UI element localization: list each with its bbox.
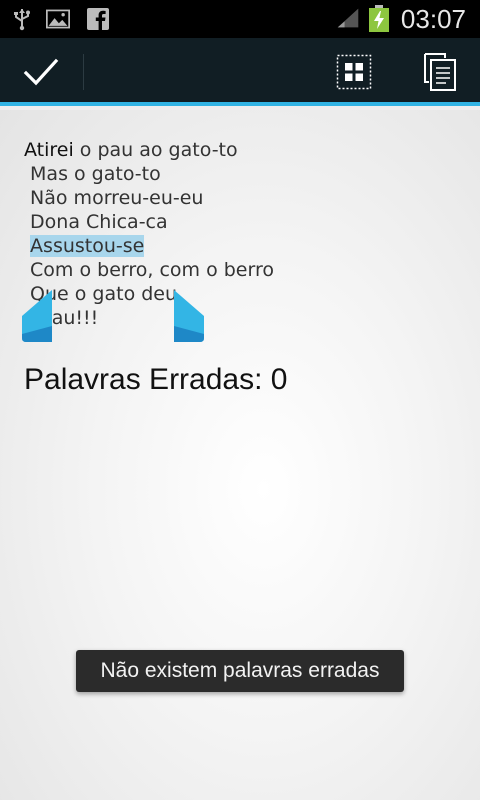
copy-icon <box>424 53 456 91</box>
poem-line: Não morreu-eu-eu <box>24 187 204 209</box>
action-bar-divider <box>83 54 84 90</box>
selection-end-handle[interactable] <box>172 290 204 342</box>
poem-line-rest: o pau ao gato-to <box>73 139 238 161</box>
poem-first-word: Atirei <box>24 139 74 161</box>
poem-line: Miau!!! <box>24 307 99 329</box>
select-all-button[interactable] <box>320 38 388 106</box>
facebook-icon <box>87 8 109 31</box>
status-bar: 03:07 <box>0 0 480 38</box>
poem-line: Com o berro, com o berro <box>24 259 274 281</box>
errors-count-label: Palavras Erradas: 0 <box>24 363 288 396</box>
check-icon <box>23 58 59 86</box>
contextual-action-bar <box>0 38 480 106</box>
poem-line: Que o gato deu <box>24 283 178 305</box>
selected-text[interactable]: Assustou-se <box>30 235 145 257</box>
done-button[interactable] <box>0 38 82 106</box>
poem-text[interactable]: Atirei o pau ao gato-to Mas o gato-to Nã… <box>22 138 464 342</box>
selection-start-handle[interactable] <box>22 290 54 342</box>
poem-line: Atirei o pau ao gato-to <box>24 138 464 162</box>
select-all-icon <box>336 54 372 90</box>
poem-line: Mas o gato-to <box>24 163 161 185</box>
copy-button[interactable] <box>406 38 474 106</box>
gallery-icon <box>46 9 70 29</box>
poem-line: Dona Chica-ca <box>24 211 168 233</box>
clock: 03:07 <box>400 4 466 34</box>
poem-line: Assustou-se <box>24 234 464 258</box>
signal-icon <box>337 8 359 28</box>
toast-message: Não existem palavras erradas <box>76 650 404 692</box>
content-area: Atirei o pau ao gato-to Mas o gato-to Nã… <box>0 110 480 800</box>
usb-icon <box>14 9 30 31</box>
battery-charging-icon <box>369 5 389 32</box>
